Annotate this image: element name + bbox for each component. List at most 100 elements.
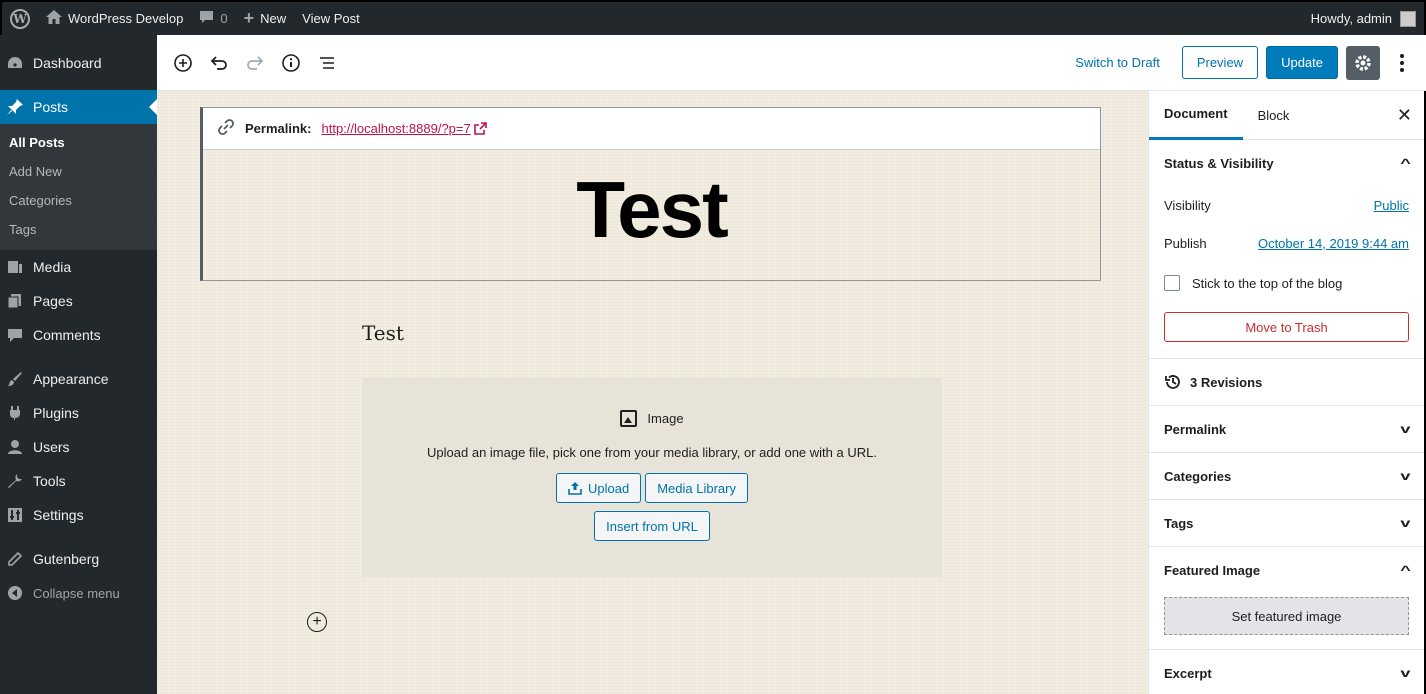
admin-bar: W WordPress Develop 0 + New View Post Ho… bbox=[0, 0, 1426, 35]
categories-panel-toggle[interactable]: Categories v bbox=[1164, 453, 1411, 499]
pages-icon bbox=[7, 293, 23, 309]
redo-icon bbox=[247, 55, 264, 70]
wp-logo-menu[interactable]: W bbox=[2, 2, 38, 35]
status-visibility-title: Status & Visibility bbox=[1164, 155, 1274, 171]
permalink-url-link[interactable]: http://localhost:8889/?p=7 bbox=[321, 121, 487, 136]
sticky-row: Stick to the top of the blog bbox=[1164, 262, 1409, 304]
view-post-link[interactable]: View Post bbox=[294, 2, 368, 35]
chevron-down-icon: v bbox=[1400, 469, 1411, 483]
media-library-button[interactable]: Media Library bbox=[645, 473, 748, 503]
status-visibility-toggle[interactable]: Status & Visibility ^ bbox=[1164, 140, 1411, 186]
chevron-down-icon: v bbox=[1400, 666, 1411, 680]
plus-icon: + bbox=[243, 8, 255, 28]
undo-button[interactable] bbox=[201, 45, 237, 81]
redo-button[interactable] bbox=[237, 45, 273, 81]
plus-circle-icon bbox=[174, 53, 192, 72]
permalink-panel-toggle[interactable]: Permalink v bbox=[1164, 406, 1411, 452]
undo-icon bbox=[210, 55, 227, 70]
panel-tabs: Document Block ✕ bbox=[1149, 91, 1424, 140]
insert-from-url-button[interactable]: Insert from URL bbox=[594, 511, 710, 541]
image-block-placeholder[interactable]: Image Upload an image file, pick one fro… bbox=[362, 378, 942, 577]
submenu-categories[interactable]: Categories bbox=[0, 186, 157, 215]
sidebar-item-users[interactable]: Users bbox=[0, 430, 157, 464]
image-block-title: Image bbox=[647, 411, 684, 426]
tags-panel-toggle[interactable]: Tags v bbox=[1164, 500, 1411, 546]
editor-canvas: Permalink: http://localhost:8889/?p=7 Te… bbox=[157, 91, 1148, 694]
revisions-panel[interactable]: 3 Revisions bbox=[1149, 359, 1424, 406]
pushpin-icon bbox=[7, 99, 23, 115]
tab-document[interactable]: Document bbox=[1149, 91, 1243, 140]
sidebar-item-label: Media bbox=[33, 259, 72, 275]
site-name-link[interactable]: WordPress Develop bbox=[38, 2, 191, 35]
sidebar-item-label: Users bbox=[33, 439, 70, 455]
howdy-text: Howdy, admin bbox=[1310, 11, 1392, 26]
post-title-block[interactable]: Permalink: http://localhost:8889/?p=7 Te… bbox=[200, 107, 1101, 281]
add-block-button[interactable] bbox=[165, 45, 201, 81]
submenu-tags[interactable]: Tags bbox=[0, 215, 157, 244]
set-featured-image-button[interactable]: Set featured image bbox=[1164, 597, 1409, 635]
upload-button[interactable]: Upload bbox=[556, 473, 642, 503]
comments-link[interactable]: 0 bbox=[191, 2, 235, 35]
featured-image-panel-toggle[interactable]: Featured Image ^ bbox=[1164, 547, 1411, 593]
image-block-instructions: Upload an image file, pick one from your… bbox=[427, 445, 877, 460]
sidebar-item-label: Posts bbox=[33, 99, 69, 115]
sidebar-item-posts[interactable]: Posts bbox=[0, 90, 157, 124]
sidebar-item-dashboard[interactable]: Dashboard bbox=[0, 46, 157, 80]
excerpt-panel-toggle[interactable]: Excerpt v bbox=[1164, 650, 1411, 694]
sticky-checkbox[interactable] bbox=[1164, 275, 1180, 291]
settings-sliders-icon bbox=[7, 507, 23, 523]
visibility-row: Visibility Public bbox=[1164, 186, 1409, 224]
sidebar-item-comments[interactable]: Comments bbox=[0, 318, 157, 352]
inserter-plus-icon[interactable]: + bbox=[307, 612, 327, 632]
submenu-add-new[interactable]: Add New bbox=[0, 157, 157, 186]
chevron-up-icon: ^ bbox=[1400, 156, 1411, 170]
submenu-all-posts[interactable]: All Posts bbox=[0, 128, 157, 157]
info-icon bbox=[282, 53, 300, 72]
collapse-arrow-icon bbox=[7, 585, 23, 601]
categories-panel-title: Categories bbox=[1164, 468, 1232, 484]
move-to-trash-button[interactable]: Move to Trash bbox=[1164, 312, 1409, 342]
sidebar-item-appearance[interactable]: Appearance bbox=[0, 362, 157, 396]
preview-button[interactable]: Preview bbox=[1181, 46, 1259, 79]
close-icon[interactable]: ✕ bbox=[1397, 105, 1412, 126]
new-content-link[interactable]: + New bbox=[236, 2, 295, 35]
sidebar-item-settings[interactable]: Settings bbox=[0, 498, 157, 532]
update-button[interactable]: Update bbox=[1266, 46, 1338, 79]
sidebar-item-label: Settings bbox=[33, 507, 84, 523]
sidebar-item-tools[interactable]: Tools bbox=[0, 464, 157, 498]
switch-to-draft-button[interactable]: Switch to Draft bbox=[1061, 55, 1174, 70]
pencil-icon bbox=[7, 551, 23, 567]
list-outline-icon bbox=[320, 56, 334, 69]
visibility-toggle-link[interactable]: Public bbox=[1374, 198, 1409, 213]
history-icon bbox=[1165, 375, 1180, 389]
content-info-button[interactable] bbox=[273, 45, 309, 81]
paragraph-block[interactable]: Test bbox=[362, 321, 404, 345]
excerpt-panel: Excerpt v bbox=[1149, 650, 1424, 694]
wordpress-logo-icon: W bbox=[10, 8, 30, 29]
my-account[interactable]: Howdy, admin bbox=[1310, 10, 1424, 27]
post-title[interactable]: Test bbox=[203, 170, 1100, 250]
sidebar-item-label: Gutenberg bbox=[33, 551, 100, 567]
settings-toggle-button[interactable] bbox=[1346, 45, 1380, 80]
publish-label: Publish bbox=[1164, 235, 1207, 251]
chevron-down-icon: v bbox=[1400, 516, 1411, 530]
chevron-down-icon: v bbox=[1400, 422, 1411, 436]
sidebar-item-plugins[interactable]: Plugins bbox=[0, 396, 157, 430]
block-navigation-button[interactable] bbox=[309, 45, 345, 81]
publish-date-link[interactable]: October 14, 2019 9:44 am bbox=[1258, 236, 1409, 251]
permalink-url: http://localhost:8889/?p=7 bbox=[321, 121, 471, 136]
featured-image-panel: Featured Image ^ Set featured image bbox=[1149, 547, 1424, 650]
collapse-menu-button[interactable]: Collapse menu bbox=[0, 576, 157, 610]
revisions-label: 3 Revisions bbox=[1190, 374, 1263, 390]
sidebar-item-media[interactable]: Media bbox=[0, 250, 157, 284]
sidebar-item-gutenberg[interactable]: Gutenberg bbox=[0, 542, 157, 576]
more-options-button[interactable] bbox=[1388, 46, 1416, 80]
chevron-up-icon: ^ bbox=[1400, 563, 1411, 577]
sidebar-item-pages[interactable]: Pages bbox=[0, 284, 157, 318]
link-icon bbox=[217, 118, 235, 139]
external-link-icon bbox=[473, 122, 487, 135]
vertical-ellipsis-icon bbox=[1400, 53, 1404, 72]
tab-block[interactable]: Block bbox=[1243, 91, 1305, 140]
posts-submenu: All Posts Add New Categories Tags bbox=[0, 124, 157, 250]
paintbrush-icon bbox=[7, 371, 23, 387]
